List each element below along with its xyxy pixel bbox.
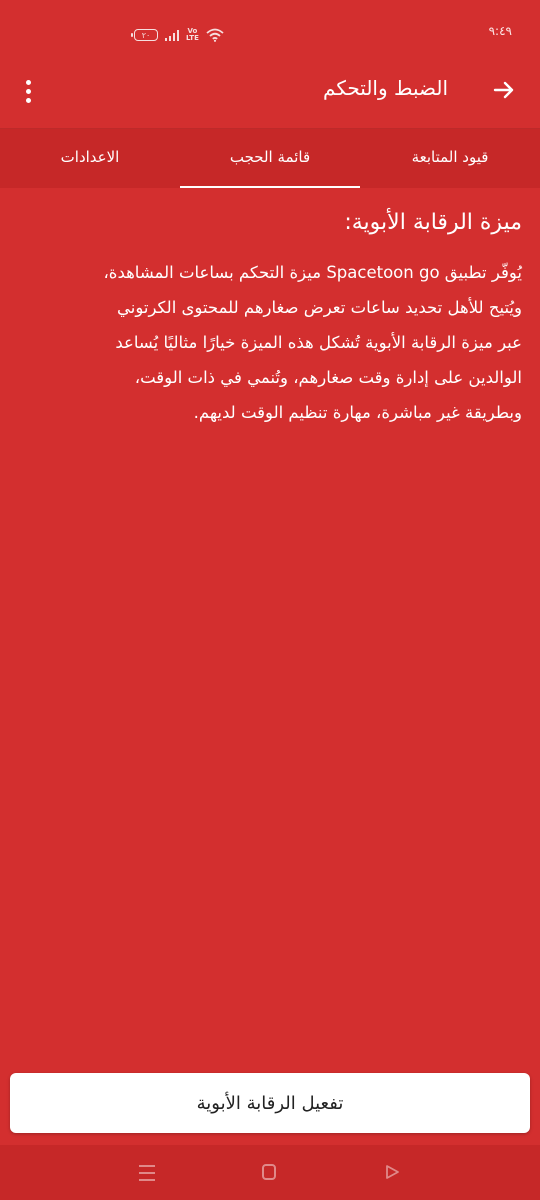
home-icon[interactable] [262, 1164, 276, 1180]
battery-icon: ٢٠ [131, 29, 158, 41]
status-time: ٩:٤٩ [488, 24, 512, 38]
body-line: الوالدين على إدارة وقت صغارهم، وتُنمي في… [134, 368, 522, 387]
back-triangle-icon[interactable] [384, 1164, 400, 1184]
section-body: يُوفّر تطبيق Spacetoon go ميزة التحكم بس… [16, 255, 522, 430]
network-type: LTE [186, 34, 199, 42]
wifi-icon [206, 28, 224, 42]
app-toolbar: الضبط والتحكم [0, 56, 540, 129]
signal-icon [165, 29, 179, 41]
section-title: ميزة الرقابة الأبوية: [344, 210, 522, 235]
body-line: ويُتيح للأهل تحديد ساعات تعرض صغارهم للم… [116, 298, 522, 317]
tab-block-list[interactable]: قائمة الحجب [180, 129, 360, 188]
tab-follow-restrictions[interactable]: قيود المتابعة [360, 129, 540, 188]
body-line: يُوفّر تطبيق Spacetoon go ميزة التحكم بس… [103, 263, 522, 282]
menu-icon[interactable] [139, 1165, 155, 1181]
status-bar: ٢٠ Vo LTE ٩:٤٩ [0, 0, 540, 56]
body-line: عبر ميزة الرقابة الأبوية تُشكل هذه الميز… [115, 333, 522, 352]
tab-settings[interactable]: الاعدادات [0, 129, 180, 188]
activate-parental-control-button[interactable]: تفعيل الرقابة الأبوية [10, 1073, 530, 1133]
more-vertical-icon[interactable] [18, 76, 38, 106]
status-icons: ٢٠ Vo LTE [131, 25, 224, 45]
page-title: الضبط والتحكم [323, 76, 448, 100]
arrow-right-icon[interactable] [490, 76, 518, 104]
battery-level: ٢٠ [141, 30, 151, 40]
tab-bar: قيود المتابعة قائمة الحجب الاعدادات [0, 129, 540, 188]
volte-icon: Vo LTE [186, 27, 199, 42]
system-nav-bar [0, 1145, 540, 1200]
content-section: ميزة الرقابة الأبوية: يُوفّر تطبيق Space… [16, 205, 522, 430]
body-line: وبطريقة غير مباشرة، مهارة تنظيم الوقت لد… [193, 403, 522, 422]
